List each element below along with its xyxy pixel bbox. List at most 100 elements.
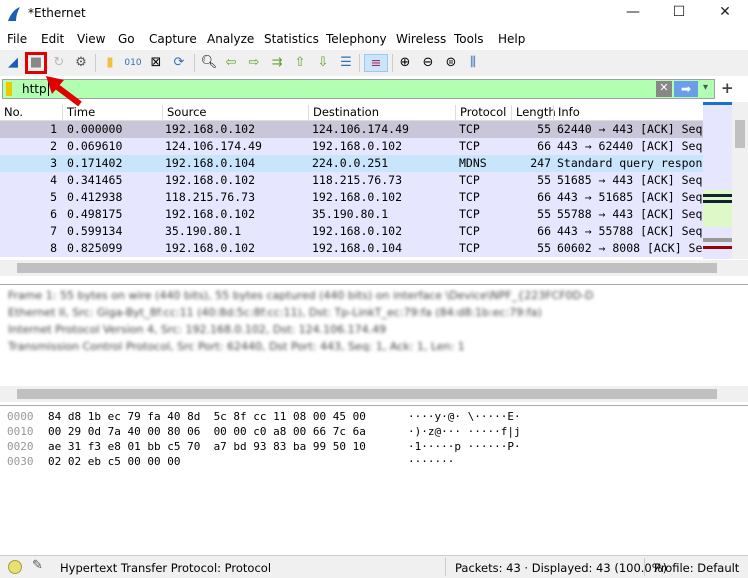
menu-view[interactable]: View — [77, 32, 105, 46]
main-toolbar: ◢ ■ ↻ ⚙ ▮ 010 ⊠ ⟳ 🔍︎ ⇦ ⇨ ⇉ ⇧ ⇩ ☰ ≡ ⊕ ⊖ ⊜… — [0, 50, 748, 76]
bytes-hex[interactable]: 00 29 0d 7a 40 00 80 06 00 00 c0 a8 00 6… — [48, 425, 366, 438]
restart-capture-icon[interactable]: ↻ — [50, 54, 68, 72]
bytes-offset: 0020 — [7, 440, 34, 453]
edit-comment-icon[interactable]: ✎ — [32, 558, 43, 573]
packet-list-hscrollbar[interactable] — [0, 260, 748, 276]
find-packet-icon[interactable]: 🔍︎ — [200, 54, 218, 72]
cell-dst: 118.215.76.73 — [312, 173, 403, 187]
packet-row[interactable]: 4 0.341465 192.168.0.102 118.215.76.73 TCP 55… — [0, 172, 703, 189]
cell-src: 118.215.76.73 — [165, 190, 256, 204]
col-length[interactable]: Length — [511, 105, 556, 121]
packet-row[interactable]: 8 0.825099 192.168.0.102 192.168.0.104 TCP 55… — [0, 240, 703, 257]
save-file-icon[interactable]: 010 — [124, 54, 142, 72]
window-title: *Ethernet — [28, 6, 86, 20]
open-file-icon[interactable]: ▮ — [101, 54, 119, 72]
details-tcp[interactable]: Transmission Control Protocol, Src Port:… — [8, 340, 465, 353]
details-ip[interactable]: Internet Protocol Version 4, Src: 192.16… — [8, 323, 386, 336]
bytes-offset: 0010 — [7, 425, 34, 438]
go-first-icon[interactable]: ⇧ — [291, 54, 309, 72]
menu-bar: File Edit View Go Capture Analyze Statis… — [0, 30, 748, 50]
menu-tools[interactable]: Tools — [454, 32, 484, 46]
go-back-icon[interactable]: ⇦ — [222, 54, 240, 72]
menu-file[interactable]: File — [7, 32, 27, 46]
menu-telephony[interactable]: Telephony — [326, 32, 387, 46]
go-to-packet-icon[interactable]: ⇉ — [268, 54, 286, 72]
zoom-in-icon[interactable]: ⊕ — [396, 54, 414, 72]
menu-edit[interactable]: Edit — [41, 32, 64, 46]
cell-proto: TCP — [459, 122, 480, 136]
packet-row[interactable]: 5 0.412938 118.215.76.73 192.168.0.102 TCP 66… — [0, 189, 703, 206]
details-hscrollbar[interactable] — [0, 386, 748, 402]
cell-no: 8 — [50, 241, 57, 255]
cell-len: 66 — [537, 139, 551, 153]
col-source[interactable]: Source — [162, 105, 207, 121]
status-field: Hypertext Transfer Protocol: Protocol — [60, 561, 272, 575]
cell-proto: TCP — [459, 207, 480, 221]
bookmark-icon[interactable] — [6, 82, 12, 96]
menu-capture[interactable]: Capture — [149, 32, 197, 46]
bytes-hex[interactable]: ae 31 f3 e8 01 bb c5 70 a7 bd 93 83 ba 9… — [48, 440, 366, 453]
display-filter-bar[interactable]: http ✕ ➡ ▾ — [2, 79, 715, 99]
cell-no: 5 — [50, 190, 57, 204]
bytes-ascii[interactable]: ····y·@· \·····E· — [408, 410, 521, 423]
menu-analyze[interactable]: Analyze — [207, 32, 254, 46]
bytes-ascii[interactable]: ·)·z@··· ·····f|j — [408, 425, 521, 438]
bytes-ascii[interactable]: ·1·····p ······P· — [408, 440, 521, 453]
packet-row[interactable]: 2 0.069610 124.106.174.49 192.168.0.102 TCP 6… — [0, 138, 703, 155]
maximize-button[interactable]: ☐ — [656, 4, 702, 24]
cell-src: 192.168.0.102 — [165, 207, 256, 221]
menu-statistics[interactable]: Statistics — [264, 32, 319, 46]
apply-filter-icon[interactable]: ➡ — [674, 81, 698, 97]
cell-time: 0.825099 — [67, 241, 123, 255]
cell-no: 3 — [50, 156, 57, 170]
menu-help[interactable]: Help — [498, 32, 525, 46]
auto-scroll-icon[interactable]: ☰ — [337, 54, 355, 72]
capture-options-icon[interactable]: ⚙ — [72, 54, 90, 72]
hscroll-thumb[interactable] — [17, 263, 717, 273]
bytes-hex[interactable]: 02 02 eb c5 00 00 00 — [48, 455, 180, 468]
zoom-normal-icon[interactable]: ⊜ — [442, 54, 460, 72]
packet-row[interactable]: 6 0.498175 192.168.0.102 35.190.80.1 TCP 55 55… — [0, 206, 703, 223]
cell-src: 192.168.0.102 — [165, 173, 256, 187]
packet-row[interactable]: 3 0.171402 192.168.0.104 224.0.0.251 MDNS 247… — [0, 155, 703, 172]
cell-info: 443 → 55788 [ACK] Seq — [557, 224, 703, 238]
add-filter-button[interactable]: + — [721, 79, 734, 97]
col-no[interactable]: No. — [0, 105, 23, 121]
packet-row[interactable]: 7 0.599134 35.190.80.1 192.168.0.102 TCP 66 44… — [0, 223, 703, 240]
resize-columns-icon[interactable]: ⫼ — [464, 54, 482, 72]
details-ethernet[interactable]: Ethernet II, Src: Giga-Byt_8f:cc:11 (40:… — [8, 306, 542, 319]
bytes-ascii[interactable]: ······· — [408, 455, 454, 468]
packet-minimap[interactable] — [703, 102, 732, 259]
go-forward-icon[interactable]: ⇨ — [245, 54, 263, 72]
zoom-out-icon[interactable]: ⊖ — [419, 54, 437, 72]
cell-info: 60602 → 8008 [ACK] Se — [557, 241, 703, 255]
scroll-thumb[interactable] — [735, 120, 745, 148]
cell-info: Standard query respon — [557, 156, 703, 170]
cell-info: 62440 → 443 [ACK] Seq — [557, 122, 703, 136]
reload-file-icon[interactable]: ⟳ — [170, 54, 188, 72]
cell-time: 0.599134 — [67, 224, 123, 238]
col-info[interactable]: Info — [553, 105, 580, 121]
close-file-icon[interactable]: ⊠ — [147, 54, 165, 72]
cell-info: 51685 → 443 [ACK] Seq — [557, 173, 703, 187]
colorize-icon[interactable]: ≡ — [364, 54, 388, 72]
col-destination[interactable]: Destination — [308, 105, 379, 121]
packet-list-vscrollbar[interactable] — [732, 102, 748, 259]
start-capture-icon[interactable]: ◢ — [4, 54, 22, 72]
details-frame[interactable]: Frame 1: 55 bytes on wire (440 bits), 55… — [8, 289, 593, 302]
stop-capture-icon[interactable]: ■ — [25, 52, 47, 74]
status-profile[interactable]: Profile: Default — [644, 558, 739, 576]
close-button[interactable]: ✕ — [702, 4, 748, 24]
col-protocol[interactable]: Protocol — [455, 105, 506, 121]
filter-dropdown-icon[interactable]: ▾ — [703, 82, 708, 93]
minimize-button[interactable]: — — [610, 4, 656, 24]
bytes-hex[interactable]: 84 d8 1b ec 79 fa 40 8d 5c 8f cc 11 08 0… — [48, 410, 366, 423]
cell-dst: 192.168.0.104 — [312, 241, 403, 255]
menu-wireless[interactable]: Wireless — [396, 32, 446, 46]
clear-filter-icon[interactable]: ✕ — [656, 81, 672, 97]
expert-info-icon[interactable] — [8, 560, 22, 574]
go-last-icon[interactable]: ⇩ — [314, 54, 332, 72]
cell-dst: 224.0.0.251 — [312, 156, 389, 170]
packet-row[interactable]: 1 0.000000 192.168.0.102 124.106.174.49 TCP 5… — [0, 121, 703, 138]
menu-go[interactable]: Go — [118, 32, 135, 46]
